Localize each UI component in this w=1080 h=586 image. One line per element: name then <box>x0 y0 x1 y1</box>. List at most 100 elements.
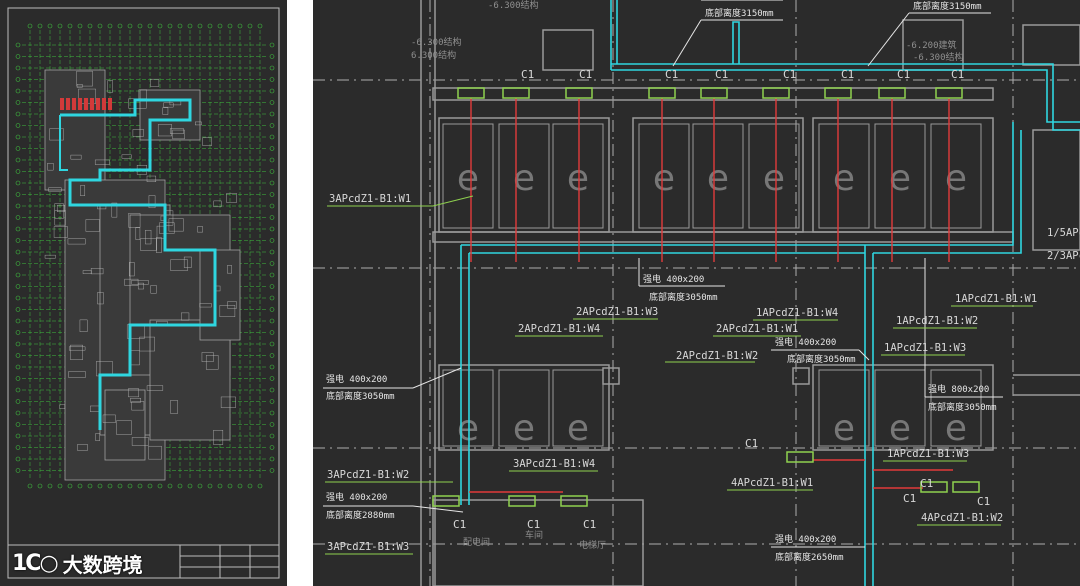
equipment-cabinet <box>90 98 94 110</box>
circuit-label: 1APcdZ1-B1:W3 <box>883 448 969 462</box>
circuit-label-text: 2APcdZ1-B1:W2 <box>676 350 758 362</box>
circuit-label: 1APcdZ1-B1:W1 <box>951 293 1037 307</box>
room-outline <box>59 404 66 409</box>
equipment-symbol: e <box>567 408 589 449</box>
equipment-symbol: e <box>653 158 675 199</box>
axis-bubble <box>57 483 63 489</box>
circuit-label: 2/3APc <box>1047 250 1080 262</box>
axis-bubble <box>27 23 33 29</box>
equipment-symbol: e <box>945 408 967 449</box>
c1-label: C1 <box>527 518 540 531</box>
axis-bubble <box>269 100 275 105</box>
level-note: -6.300结构 <box>411 36 462 48</box>
tray-note-text: 强电 400x200 <box>775 336 836 348</box>
axis-bubble <box>269 180 275 186</box>
axis-bubble <box>187 483 193 489</box>
tray-note-text: 底部离度2880mm <box>326 509 395 521</box>
axis-bubble <box>15 157 21 163</box>
c1-label: C1 <box>579 68 592 81</box>
axis-bubble <box>15 295 21 301</box>
axis-bubble <box>15 272 21 278</box>
equipment-symbol: e <box>833 408 855 449</box>
axis-bubble <box>15 341 21 347</box>
axis-bubble <box>15 364 21 370</box>
circuit-label: 1/5APc <box>1047 227 1080 239</box>
light-fixture <box>824 87 852 99</box>
equipment-cabinet <box>96 98 100 110</box>
equipment-cabinet <box>78 98 82 110</box>
room-name: 车间 <box>525 529 543 541</box>
axis-bubble <box>269 284 275 289</box>
overview-drawing <box>7 7 280 579</box>
overview-equipment-row <box>60 98 112 110</box>
axis-bubble <box>147 23 153 29</box>
circuit-label-text: 2APcdZ1-B1:W4 <box>518 323 600 335</box>
light-fixture <box>878 87 906 99</box>
axis-bubble <box>15 468 21 473</box>
tray-note-text: 底部离度3050mm <box>787 353 856 365</box>
axis-bubble <box>157 483 163 489</box>
axis-bubble <box>217 483 223 489</box>
circuit-label-text: 1APcdZ1-B1:W2 <box>896 315 978 327</box>
axis-bubble <box>167 483 173 489</box>
c1-labels-bottom: C1 C1 C1 C1 C1 C1 <box>453 477 990 531</box>
circuit-label: 1APcdZ1-B1:W2 <box>893 315 978 329</box>
axis-bubble <box>269 157 275 163</box>
c1-label: C1 <box>903 492 916 505</box>
axis-bubble <box>15 238 21 243</box>
axis-bubble <box>269 422 275 427</box>
axis-bubble <box>269 65 275 71</box>
axis-bubble <box>15 226 21 232</box>
axis-bubble <box>15 353 21 358</box>
c1-label: C1 <box>665 68 678 81</box>
level-note: 6.300结构 <box>411 49 456 61</box>
axis-bubble <box>15 215 21 220</box>
axis-bubble <box>15 65 21 71</box>
circuit-label-text: 2APcdZ1-B1:W1 <box>716 323 798 335</box>
axis-bubble <box>257 483 263 489</box>
axis-bubble <box>15 203 21 209</box>
axis-bubble <box>237 483 243 489</box>
equipment-symbol: e <box>513 408 535 449</box>
axis-bubble <box>177 483 183 489</box>
axis-bubble <box>15 123 21 128</box>
axis-bubble <box>269 203 275 209</box>
axis-bubble <box>269 353 275 358</box>
room-name: 配电间 <box>463 536 490 548</box>
c1-label: C1 <box>715 68 728 81</box>
equipment-cabinet <box>72 98 76 110</box>
axis-bubble <box>217 23 223 29</box>
axis-bubble <box>269 330 275 335</box>
axis-bubble <box>269 238 275 243</box>
light-fixture <box>565 87 593 99</box>
circuit-label: 4APcdZ1-B1:W1 <box>727 477 813 491</box>
axis-bubble <box>15 42 21 48</box>
axis-bubble <box>269 468 275 473</box>
tray-note: 强电 800x200 底部离度3050mm <box>924 258 1003 413</box>
light-fixture <box>502 87 530 99</box>
axis-bubble <box>269 111 275 117</box>
light-fixture <box>508 495 536 507</box>
axis-bubble <box>269 272 275 278</box>
axis-bubble <box>15 399 21 404</box>
axis-bubble <box>269 456 275 462</box>
tray-notes: 底部离度3150mm 底部离度3150mm 强电 400x200 底部离度305… <box>323 0 1003 563</box>
axis-bubble <box>147 483 153 489</box>
circuit-label: 3APcdZ1-B1:W3 <box>325 541 413 555</box>
c1-label: C1 <box>453 518 466 531</box>
axis-bubble <box>269 410 275 416</box>
equipment-symbol: e <box>833 158 855 199</box>
c1-label: C1 <box>920 477 933 490</box>
c1-label: C1 <box>897 68 910 81</box>
circuit-label-text: 3APcdZ1-B1:W3 <box>327 541 409 553</box>
axis-bubble <box>269 341 275 347</box>
axis-bubble <box>177 23 183 29</box>
circuit-label-text: 4APcdZ1-B1:W1 <box>731 477 813 489</box>
axis-bubble <box>137 23 143 29</box>
circuit-label-text: 1APcdZ1-B1:W4 <box>756 307 838 319</box>
fixtures-top-row <box>457 87 963 99</box>
axis-bubble <box>237 23 243 29</box>
axis-bubble <box>15 77 21 82</box>
tray-note: 底部离度3150mm <box>672 0 783 67</box>
axis-bubble <box>137 483 143 489</box>
